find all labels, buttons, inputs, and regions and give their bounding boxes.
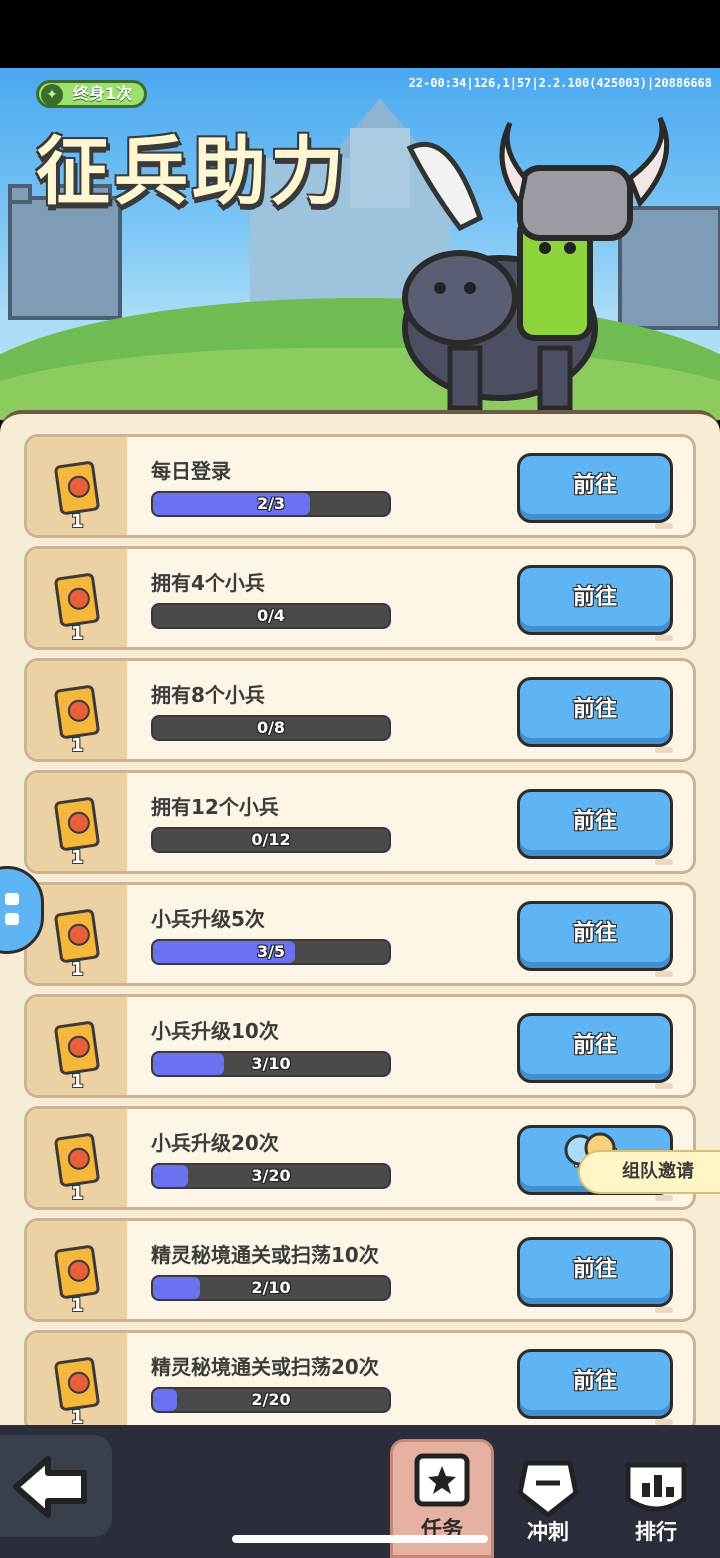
decorative-dots bbox=[655, 971, 685, 977]
progress-bar: 2/10 bbox=[151, 1275, 391, 1301]
team-invite-button[interactable]: 组队邀请 bbox=[578, 1150, 720, 1194]
task-scroll-icon bbox=[414, 1453, 470, 1507]
reward-slot: 1 bbox=[27, 773, 127, 871]
recruit-ticket-icon bbox=[53, 572, 101, 628]
progress-bar: 0/4 bbox=[151, 603, 391, 629]
task-row: 1 拥有4个小兵 0/4 前往 bbox=[24, 546, 696, 650]
progress-text: 2/10 bbox=[251, 1278, 291, 1297]
banner: ✦ 终身1次 22-00:34|126,1|57|2.2.100(425003)… bbox=[0, 68, 720, 420]
task-title: 每日登录 bbox=[151, 459, 231, 483]
recruit-ticket-icon bbox=[53, 1356, 101, 1412]
decorative-dots bbox=[655, 859, 685, 865]
go-button[interactable]: 前往 bbox=[517, 789, 673, 859]
back-arrow-icon bbox=[13, 1456, 87, 1518]
task-row: 1 精灵秘境通关或扫荡20次 2/20 前往 bbox=[24, 1330, 696, 1425]
progress-text: 3/10 bbox=[251, 1054, 291, 1073]
go-button[interactable]: 前往 bbox=[517, 1237, 673, 1307]
reward-count: 1 bbox=[71, 1407, 84, 1425]
decorative-dots bbox=[655, 1307, 685, 1313]
task-title: 精灵秘境通关或扫荡10次 bbox=[151, 1243, 379, 1267]
progress-text: 0/4 bbox=[256, 606, 286, 625]
go-button[interactable]: 前往 bbox=[517, 1013, 673, 1083]
sparkle-icon: ✦ bbox=[41, 84, 63, 106]
lifetime-once-badge: ✦ 终身1次 bbox=[36, 80, 148, 108]
tab-label: 排行 bbox=[635, 1520, 677, 1544]
progress-text: 3/20 bbox=[251, 1166, 291, 1185]
page-title: 征兵助力 bbox=[36, 129, 348, 215]
task-row: 1 小兵升级5次 3/5 前往 bbox=[24, 882, 696, 986]
decorative-dots bbox=[655, 1195, 685, 1201]
go-button[interactable]: 前往 bbox=[517, 901, 673, 971]
tab-ranking[interactable]: 排行 bbox=[604, 1439, 708, 1558]
task-row: 1 每日登录 2/3 前往 bbox=[24, 434, 696, 538]
progress-bar: 3/5 bbox=[151, 939, 391, 965]
go-button[interactable]: 前往 bbox=[517, 1349, 673, 1419]
progress-bar: 0/8 bbox=[151, 715, 391, 741]
back-button[interactable] bbox=[0, 1435, 112, 1537]
decorative-dots bbox=[655, 523, 685, 529]
reward-slot: 1 bbox=[27, 1221, 127, 1319]
reward-count: 1 bbox=[71, 847, 84, 868]
reward-count: 1 bbox=[71, 1295, 84, 1316]
progress-bar: 3/10 bbox=[151, 1051, 391, 1077]
go-button[interactable]: 前往 bbox=[517, 453, 673, 523]
reward-count: 1 bbox=[71, 959, 84, 980]
go-button[interactable]: 前往 bbox=[517, 565, 673, 635]
task-title: 拥有4个小兵 bbox=[151, 571, 265, 595]
progress-text: 2/3 bbox=[256, 494, 286, 513]
task-row: 1 拥有12个小兵 0/12 前往 bbox=[24, 770, 696, 874]
sprint-icon bbox=[517, 1460, 579, 1518]
reward-slot: 1 bbox=[27, 549, 127, 647]
task-title: 拥有12个小兵 bbox=[151, 795, 279, 819]
progress-text: 0/12 bbox=[251, 830, 291, 849]
progress-bar: 2/20 bbox=[151, 1387, 391, 1413]
home-indicator bbox=[232, 1535, 488, 1543]
decorative-dots bbox=[655, 747, 685, 753]
reward-count: 1 bbox=[71, 735, 84, 756]
recruit-ticket-icon bbox=[53, 460, 101, 516]
progress-text: 3/5 bbox=[256, 942, 286, 961]
recruit-ticket-icon bbox=[53, 684, 101, 740]
task-title: 精灵秘境通关或扫荡20次 bbox=[151, 1355, 379, 1379]
reward-slot: 1 bbox=[27, 997, 127, 1095]
reward-slot: 1 bbox=[27, 437, 127, 535]
progress-bar: 2/3 bbox=[151, 491, 391, 517]
task-row: 1 精灵秘境通关或扫荡10次 2/10 前往 bbox=[24, 1218, 696, 1322]
task-row: 1 小兵升级10次 3/10 前往 bbox=[24, 994, 696, 1098]
progress-bar: 3/20 bbox=[151, 1163, 391, 1189]
recruit-ticket-icon bbox=[53, 1132, 101, 1188]
recruit-ticket-icon bbox=[53, 908, 101, 964]
task-title: 拥有8个小兵 bbox=[151, 683, 265, 707]
go-button[interactable]: 前往 bbox=[517, 677, 673, 747]
reward-count: 1 bbox=[71, 623, 84, 644]
task-title: 小兵升级10次 bbox=[151, 1019, 279, 1043]
task-panel: 1 每日登录 2/3 前往 1 拥有4个小兵 0/4 前往 1 拥有8个小兵 0… bbox=[0, 410, 720, 1425]
recruit-ticket-icon bbox=[53, 796, 101, 852]
tab-sprint[interactable]: 冲刺 bbox=[496, 1439, 600, 1558]
task-title: 小兵升级5次 bbox=[151, 907, 265, 931]
progress-text: 0/8 bbox=[256, 718, 286, 737]
recruit-ticket-icon bbox=[53, 1020, 101, 1076]
tab-label: 冲刺 bbox=[527, 1520, 569, 1544]
status-bar bbox=[0, 0, 720, 68]
reward-slot: 1 bbox=[27, 1333, 127, 1425]
reward-slot: 1 bbox=[27, 1109, 127, 1207]
reward-count: 1 bbox=[71, 511, 84, 532]
reward-slot: 1 bbox=[27, 661, 127, 759]
task-row: 1 拥有8个小兵 0/8 前往 bbox=[24, 658, 696, 762]
recruit-ticket-icon bbox=[53, 1244, 101, 1300]
progress-text: 2/20 bbox=[251, 1390, 291, 1409]
reward-count: 1 bbox=[71, 1071, 84, 1092]
task-title: 小兵升级20次 bbox=[151, 1131, 279, 1155]
decorative-dots bbox=[655, 635, 685, 641]
ranking-icon bbox=[625, 1462, 687, 1512]
knight-mascot-illustration bbox=[402, 116, 670, 411]
progress-bar: 0/12 bbox=[151, 827, 391, 853]
version-info: 22-00:34|126,1|57|2.2.100(425003)|208866… bbox=[408, 76, 712, 90]
badge-label: 终身1次 bbox=[73, 84, 133, 103]
decorative-dots bbox=[655, 1083, 685, 1089]
reward-count: 1 bbox=[71, 1183, 84, 1204]
